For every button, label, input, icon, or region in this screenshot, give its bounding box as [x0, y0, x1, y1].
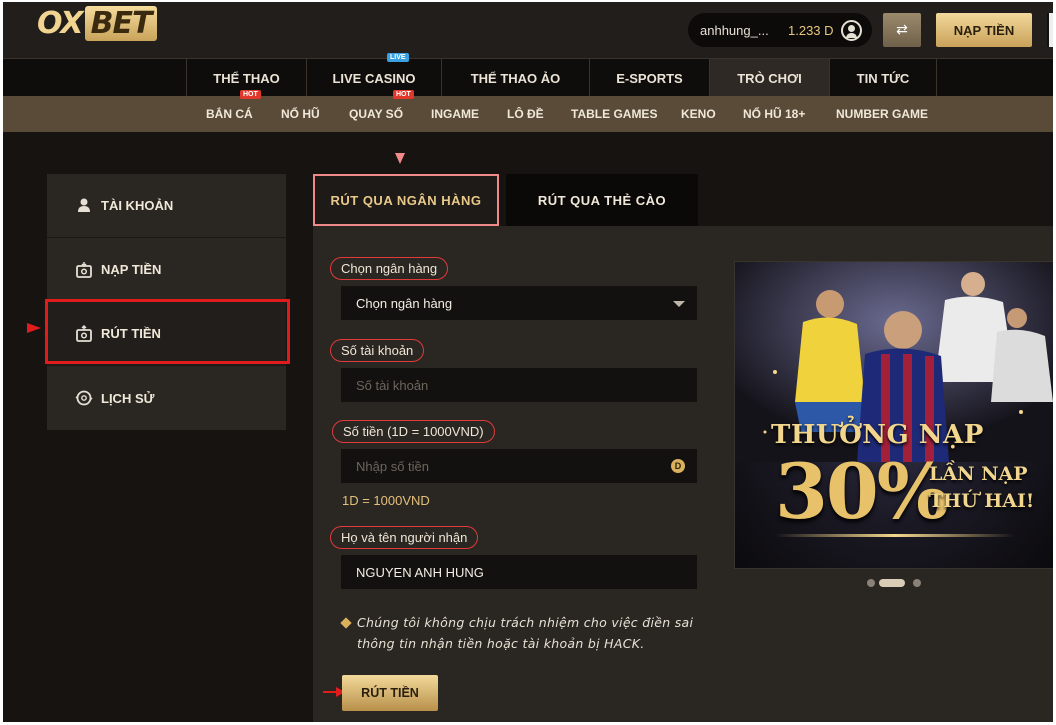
subnav-item-lo-de[interactable]: LÔ ĐỀ: [507, 96, 544, 132]
bank-select[interactable]: Chọn ngân hàng: [341, 286, 697, 320]
balance: 1.233 D: [788, 22, 834, 38]
nav-label: TRÒ CHƠI: [737, 70, 802, 86]
exchange-rate-note: 1D = 1000VND: [342, 493, 430, 508]
banner-percent: 30%: [775, 447, 949, 536]
subnav-item-no-hu[interactable]: NỔ HŨ: [281, 96, 320, 132]
account-field-label: Số tài khoản: [330, 339, 425, 362]
banner-glow-line: [775, 534, 1015, 537]
subnav-item-keno[interactable]: KENO: [681, 96, 716, 132]
subnav-label: NUMBER GAME: [836, 107, 928, 121]
amount-field-label: Số tiền (1D = 1000VND): [332, 420, 495, 443]
user-account-pill[interactable]: anhhung_... 1.233 D: [688, 13, 872, 47]
side-item-label: LỊCH SỬ: [101, 390, 155, 406]
transfer-button[interactable]: ⇄: [883, 13, 921, 47]
subnav-label: INGAME: [431, 107, 479, 121]
app-frame: OX BET anhhung_... 1.233 D ⇄ NẠP TIỀN THỂ…: [3, 2, 1053, 722]
subnav-label: NỔ HŨ 18+: [743, 107, 806, 121]
recipient-name-input[interactable]: NGUYEN ANH HUNG: [341, 555, 697, 589]
subnav-item-ingame[interactable]: INGAME: [431, 96, 479, 132]
user-icon: [75, 197, 93, 215]
banner-subline-2: THỨ HAI!: [929, 490, 1035, 512]
carousel-dots: [867, 578, 927, 588]
banner-headline: THƯỞNG NẠP: [771, 420, 984, 450]
subnav-item-ban-ca[interactable]: BẮN CÁ HOT: [206, 90, 261, 132]
nav-label: THỂ THAO ẢO: [470, 70, 561, 86]
side-item-history[interactable]: LỊCH SỬ: [47, 366, 286, 430]
nav-item-the-thao-ao[interactable]: THỂ THAO ẢO: [441, 59, 589, 97]
live-badge: LIVE: [387, 53, 409, 62]
history-icon: [75, 389, 93, 407]
disclaimer-notice: Chúng tôi không chịu trách nhiệm cho việ…: [357, 615, 694, 651]
oxbet-logo[interactable]: OX BET: [37, 6, 158, 41]
user-avatar-icon[interactable]: [841, 20, 862, 41]
deposit-button[interactable]: NẠP TIỀN: [936, 13, 1032, 47]
subnav-label: QUAY SỐ: [349, 107, 404, 121]
promo-banner[interactable]: THƯỞNG NẠP 30% LẦN NẠP THỨ HAI!: [734, 261, 1053, 569]
recipient-field-label: Họ và tên người nhận: [330, 526, 479, 549]
subnav-item-number-game[interactable]: NUMBER GAME: [836, 96, 928, 132]
username: anhhung_...: [700, 22, 769, 38]
subnav-item-quay-so[interactable]: QUAY SỐ HOT: [349, 90, 414, 132]
hot-badge: HOT: [393, 90, 414, 99]
side-item-label: TÀI KHOẢN: [101, 198, 174, 213]
sub-nav: BẮN CÁ HOT NỔ HŨ QUAY SỐ HOT INGAME LÔ Đ…: [3, 90, 1053, 132]
side-item-deposit[interactable]: NẠP TIỀN: [47, 238, 286, 302]
nav-item-tro-choi[interactable]: TRÒ CHƠI: [709, 59, 829, 97]
subnav-label: LÔ ĐỀ: [507, 107, 544, 121]
carousel-dot-active[interactable]: [879, 579, 905, 587]
side-item-label: NẠP TIỀN: [101, 262, 162, 277]
coin-transfer-icon: ⇄: [896, 22, 908, 38]
chevron-down-icon: [673, 301, 685, 307]
subnav-label: TABLE GAMES: [571, 107, 658, 121]
nav-label: TIN TỨC: [856, 70, 910, 86]
withdraw-annotation-box: [45, 299, 290, 364]
banner-subline-1: LẦN NẠP: [929, 463, 1028, 485]
subnav-label: NỔ HŨ: [281, 107, 320, 121]
nav-item-tin-tuc[interactable]: TIN TỨC: [829, 59, 937, 97]
nav-label: THỂ THAO: [213, 70, 280, 86]
carousel-dot[interactable]: [867, 579, 875, 587]
amount-placeholder: Nhập số tiền: [356, 458, 429, 474]
coin-icon: D: [671, 459, 685, 473]
nav-label: LIVE CASINO: [332, 70, 416, 86]
tab-pointer-arrow-icon: [395, 153, 405, 164]
subnav-label: KENO: [681, 107, 716, 121]
subnav-item-no-hu-18[interactable]: NỔ HŨ 18+: [743, 96, 805, 132]
tab-withdraw-card[interactable]: RÚT QUA THẺ CÀO: [506, 174, 698, 226]
carousel-dot[interactable]: [913, 579, 921, 587]
withdraw-submit-button[interactable]: RÚT TIỀN: [342, 675, 438, 711]
deposit-icon: [75, 261, 93, 279]
subnav-label: BẮN CÁ: [206, 107, 253, 121]
amount-input[interactable]: Nhập số tiền D: [341, 449, 697, 483]
tab-withdraw-bank[interactable]: RÚT QUA NGÂN HÀNG: [313, 174, 499, 226]
nav-item-e-sports[interactable]: E-SPORTS: [589, 59, 709, 97]
nav-item-live-casino[interactable]: LIVE CASINO LIVE: [306, 53, 441, 97]
bank-select-value: Chọn ngân hàng: [356, 295, 453, 311]
logo-ox-text: OX: [37, 6, 84, 41]
bank-field-label: Chọn ngân hàng: [330, 257, 449, 280]
hot-badge: HOT: [240, 90, 261, 99]
nav-label: E-SPORTS: [616, 70, 683, 86]
main-nav: THỂ THAO LIVE CASINO LIVE THỂ THAO ẢO E-…: [3, 53, 1053, 97]
recipient-name-value: NGUYEN ANH HUNG: [356, 564, 484, 580]
annotation-arrow-icon: [27, 323, 41, 333]
header-edge: [1047, 13, 1053, 47]
side-item-account[interactable]: TÀI KHOẢN: [47, 174, 286, 238]
subnav-item-table-games[interactable]: TABLE GAMES: [571, 96, 657, 132]
account-number-input[interactable]: Số tài khoản: [341, 368, 697, 402]
annotation-arrow-icon: [323, 687, 345, 697]
top-bar: OX BET anhhung_... 1.233 D ⇄ NẠP TIỀN: [3, 2, 1053, 58]
logo-bet-text: BET: [84, 6, 158, 41]
account-placeholder: Số tài khoản: [356, 377, 429, 393]
